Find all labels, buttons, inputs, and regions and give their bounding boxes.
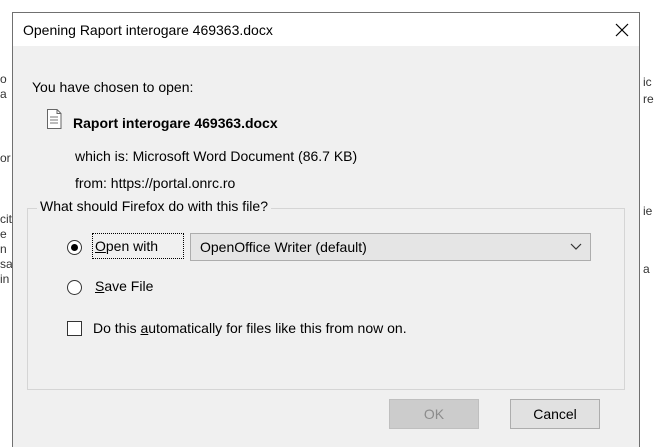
open-with-radio[interactable]	[67, 240, 82, 255]
background-text: a	[643, 262, 650, 276]
chevron-down-icon	[570, 243, 582, 250]
file-type: which is: Microsoft Word Document (86.7 …	[75, 148, 358, 164]
chosen-label: You have chosen to open:	[32, 79, 194, 95]
dialog-title: Opening Raport interogare 469363.docx	[23, 22, 273, 38]
background-text: a	[0, 87, 7, 101]
background-text: o	[0, 72, 7, 86]
selected-application: OpenOffice Writer (default)	[200, 239, 367, 255]
save-file-radio[interactable]	[67, 280, 82, 295]
cancel-button[interactable]: Cancel	[510, 399, 600, 429]
background-text: or	[0, 151, 11, 165]
background-text: sa	[0, 257, 13, 271]
background-text: e	[0, 227, 7, 241]
background-text: n	[0, 242, 7, 256]
background-text: cit	[0, 212, 12, 226]
auto-action-label[interactable]: Do this automatically for files like thi…	[93, 320, 407, 336]
background-text: ie	[643, 204, 653, 218]
auto-action-checkbox[interactable]	[67, 321, 82, 336]
action-question: What should Firefox do with this file?	[37, 198, 271, 214]
background-text: in	[0, 272, 10, 286]
document-icon	[47, 109, 62, 129]
ok-button[interactable]: OK	[389, 399, 479, 429]
file-source: from: https://portal.onrc.ro	[75, 175, 236, 191]
dialog-titlebar[interactable]: Opening Raport interogare 469363.docx	[13, 13, 639, 46]
application-select[interactable]: OpenOffice Writer (default)	[190, 233, 591, 261]
close-button[interactable]	[605, 13, 639, 46]
open-file-dialog: Opening Raport interogare 469363.docx Yo…	[12, 12, 640, 447]
file-name: Raport interogare 469363.docx	[73, 115, 278, 131]
close-icon	[615, 23, 629, 36]
background-text: ic	[643, 75, 652, 89]
background-text: re	[643, 92, 654, 106]
open-with-label[interactable]: Open with	[95, 238, 158, 254]
save-file-label[interactable]: Save File	[95, 278, 153, 294]
